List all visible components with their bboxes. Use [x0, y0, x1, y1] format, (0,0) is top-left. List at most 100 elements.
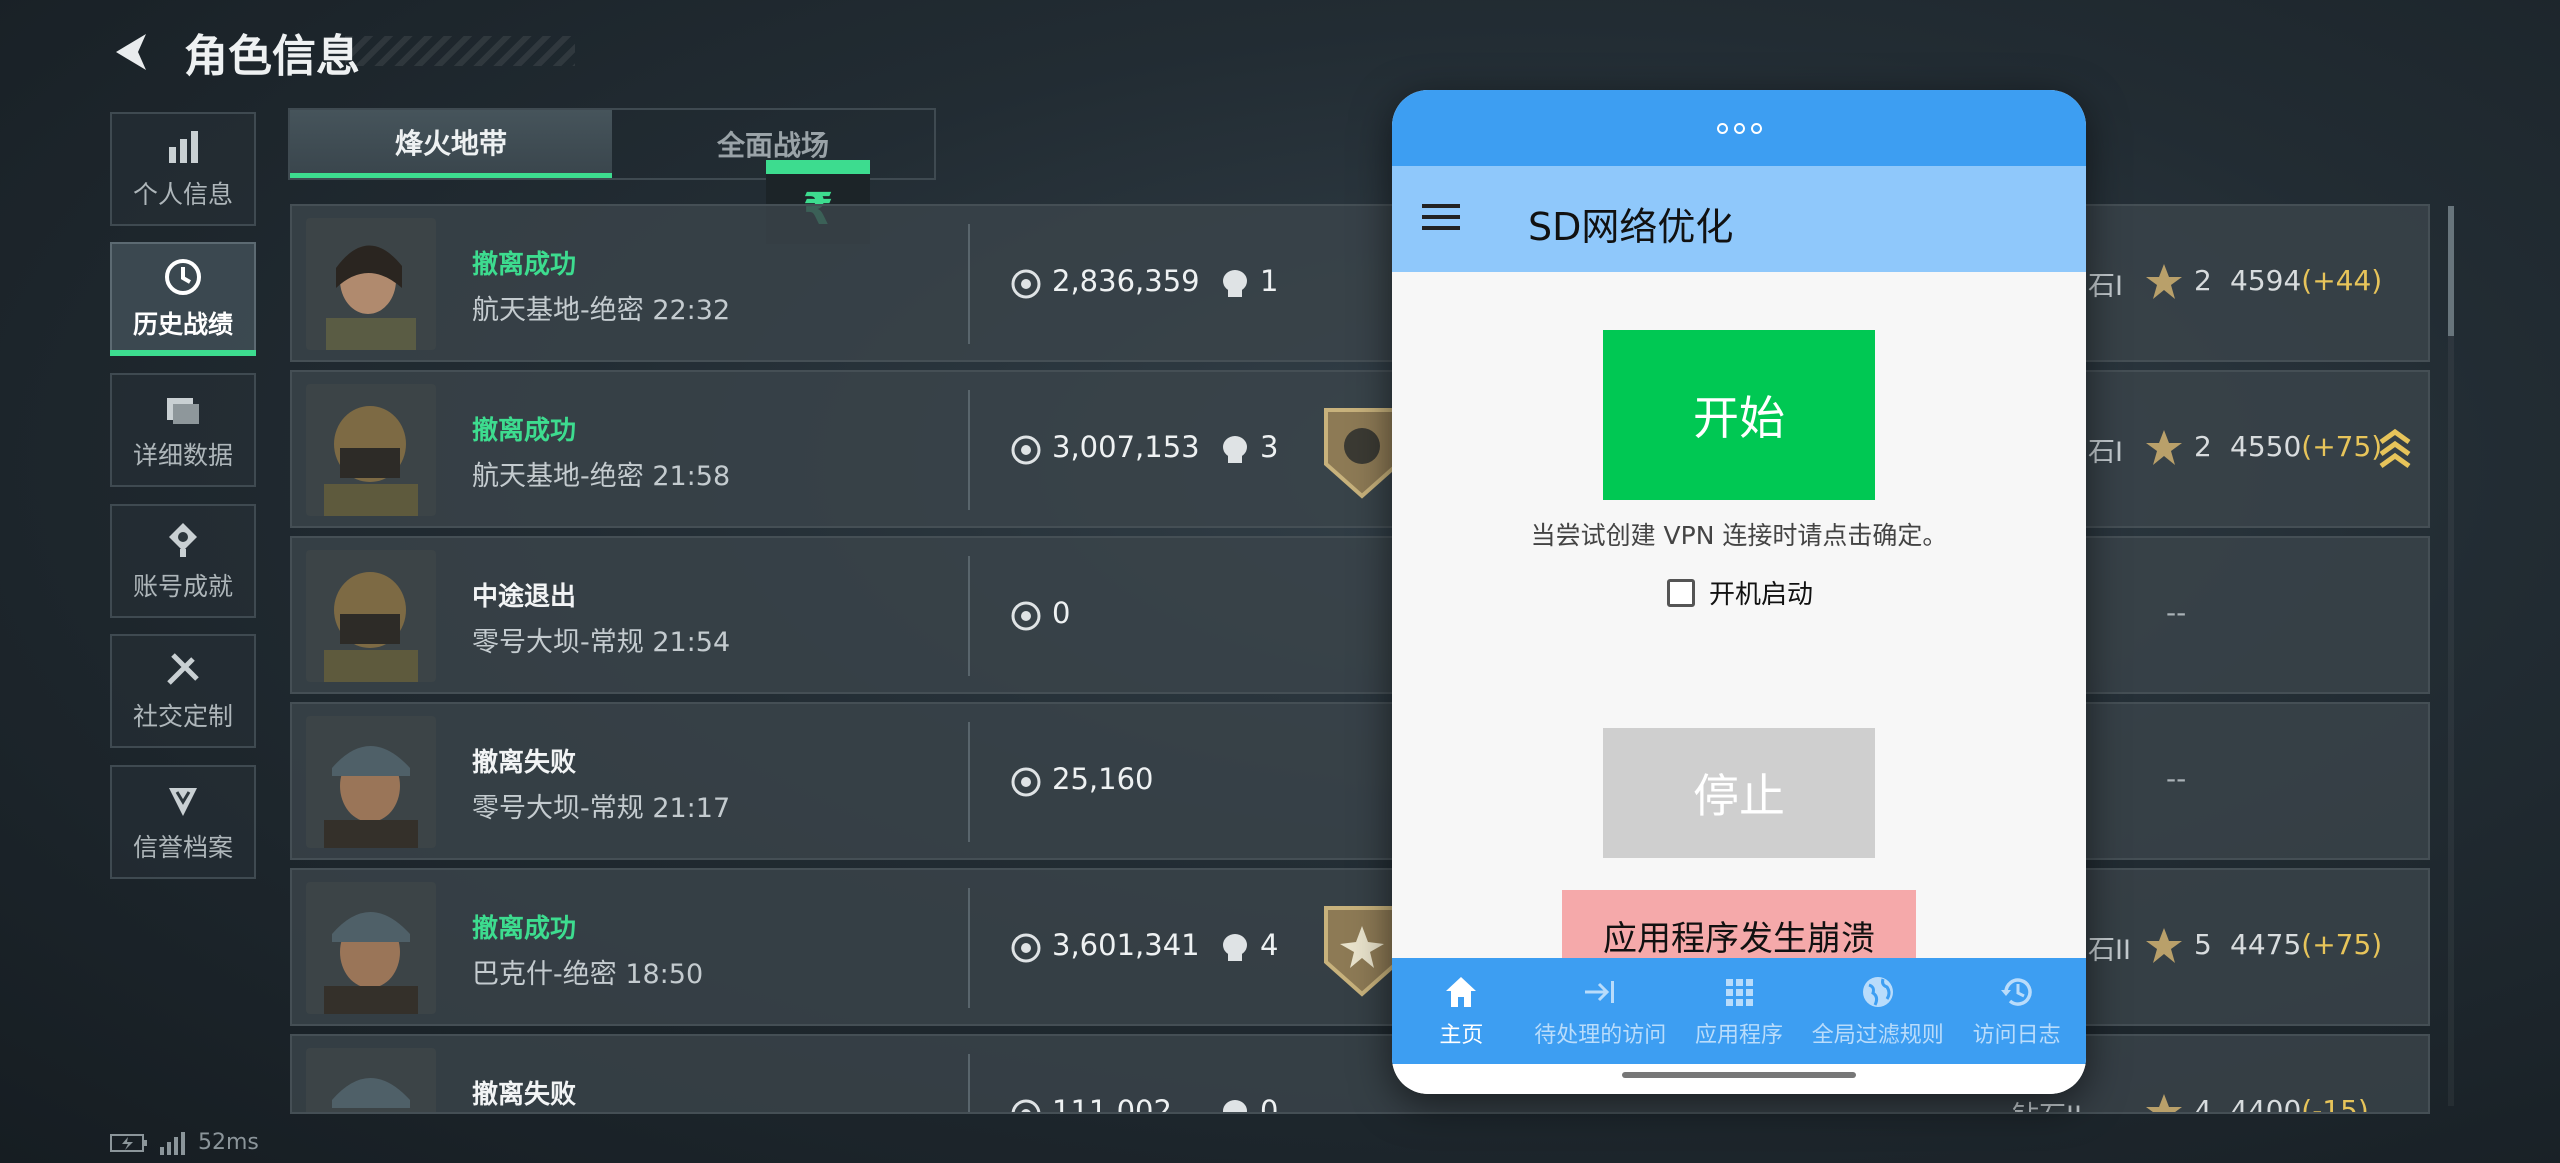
home-icon	[1446, 977, 1477, 1007]
nav-item-history[interactable]: 历史战绩	[110, 242, 256, 356]
divider	[968, 556, 970, 676]
rank-up-chevron-icon	[2379, 428, 2411, 469]
coin-value: 111,002	[1052, 1094, 1172, 1114]
rank-tier: 钻石II	[2012, 1094, 2082, 1112]
record-row[interactable]: 撤离失败 零号大坝-常规 21:17 25,160 0 --	[290, 702, 2430, 860]
rank-score: 4400(-15)	[2230, 1094, 2369, 1114]
nav-label: 历史战绩	[132, 310, 233, 339]
bottom-nav-label: 全局过滤规则	[1811, 1023, 1944, 1048]
bottom-nav-access-log[interactable]: 访问日志	[1947, 958, 2086, 1064]
coin-value: 0	[1052, 596, 1071, 630]
map-time: 巴克什-绝密 18:50	[472, 959, 704, 990]
result-status: 撤离成功	[472, 250, 577, 280]
result-status: 撤离成功	[472, 914, 577, 944]
window-handle[interactable]	[1392, 90, 2086, 166]
coin-value: 2,836,359	[1052, 264, 1200, 298]
title-decoration	[345, 36, 575, 66]
map-time: 航天基地-绝密 22:32	[472, 295, 731, 326]
coin-icon	[1011, 933, 1041, 963]
score-delta: (-15)	[2301, 1094, 2369, 1114]
history-icon	[2000, 978, 2032, 1006]
status-strip: 52ms	[110, 1130, 259, 1155]
bottom-nav-pending[interactable]: 待处理的访问	[1531, 958, 1670, 1064]
hamburger-menu-icon[interactable]	[1422, 202, 1460, 232]
bottom-navigation: 主页 待处理的访问 应用程序 全局过滤规则 访问日志	[1392, 958, 2086, 1064]
rank-tier: 石I	[2088, 437, 2123, 468]
record-row[interactable]: 撤离成功 巴克什-绝密 18:50 3,601,341 4 石II 5 4475…	[290, 868, 2430, 1026]
result-status: 中途退出	[472, 582, 577, 612]
coin-value: 25,160	[1052, 762, 1154, 796]
scroll-track[interactable]	[2448, 206, 2454, 1106]
nav-item-credit-record[interactable]: 信誉档案	[110, 765, 256, 879]
map-time: 零号大坝-常规 21:54	[472, 627, 731, 658]
record-row[interactable]: 撤离成功 航天基地-绝密 22:32 2,836,359 1 石I 2 4594…	[290, 204, 2430, 362]
tab-operations[interactable]: 烽火地带	[290, 110, 612, 178]
kill-count: 3	[1260, 430, 1279, 464]
star-icon	[2146, 1094, 2182, 1112]
coin-value: 3,601,341	[1052, 928, 1200, 962]
skull-icon	[1223, 270, 1247, 297]
battery-icon	[110, 1133, 147, 1152]
title-bar: 角色信息	[108, 22, 360, 82]
scrollbar-thumb[interactable]	[2448, 206, 2454, 336]
page-title: 角色信息	[184, 31, 360, 82]
coin-icon	[1011, 1099, 1041, 1112]
rank-tier: 石I	[2088, 271, 2123, 302]
rank-score: 4550(+75)	[2230, 430, 2383, 463]
record-row[interactable]: 中途退出 零号大坝-常规 21:54 0 0 --	[290, 536, 2430, 694]
result-status: 撤离失败	[472, 748, 577, 778]
medal-icon	[169, 523, 197, 557]
autostart-label: 开机启动	[1709, 580, 1814, 610]
coin-icon	[1011, 435, 1041, 465]
clock-icon	[165, 259, 201, 295]
result-status: 撤离成功	[472, 416, 577, 446]
nav-label: 详细数据	[132, 441, 233, 470]
map-time: 航天基地-绝密 21:58	[472, 461, 731, 492]
system-nav-area	[1392, 1064, 2086, 1094]
ping-value: 52ms	[198, 1130, 259, 1155]
divider	[968, 390, 970, 510]
back-arrow-icon[interactable]	[108, 28, 156, 76]
operator-portrait	[306, 882, 436, 1014]
nav-item-social-custom[interactable]: 社交定制	[110, 634, 256, 748]
nav-item-achievements[interactable]: 账号成就	[110, 504, 256, 618]
bottom-nav-label: 访问日志	[1972, 1023, 2061, 1048]
nav-label: 个人信息	[132, 180, 233, 209]
nav-item-detailed-data[interactable]: 详细数据	[110, 373, 256, 487]
wrench-icon	[167, 653, 199, 685]
bottom-nav-apps[interactable]: 应用程序	[1670, 958, 1809, 1064]
autostart-checkbox[interactable]	[1667, 578, 1695, 607]
more-dots-icon[interactable]	[1716, 122, 1762, 134]
skull-icon	[1223, 934, 1247, 961]
home-indicator[interactable]	[1622, 1072, 1856, 1078]
start-button[interactable]: 开始	[1603, 330, 1875, 500]
vpn-hint-text: 当尝试创建 VPN 连接时请点击确定。	[1530, 521, 1948, 550]
operator-portrait	[306, 218, 436, 350]
stop-button[interactable]: 停止	[1603, 728, 1875, 858]
nav-label: 账号成就	[132, 572, 233, 601]
skull-icon	[1223, 1100, 1247, 1112]
operator-portrait	[306, 384, 436, 516]
bottom-nav-label: 应用程序	[1694, 1023, 1783, 1048]
bottom-nav-global-rules[interactable]: 全局过滤规则	[1808, 958, 1947, 1064]
bottom-nav-home[interactable]: 主页	[1392, 958, 1531, 1064]
operator-portrait	[306, 716, 436, 848]
star-icon	[2146, 928, 2182, 963]
record-row[interactable]: 撤离成功 航天基地-绝密 21:58 3,007,153 3 石I 2 4550…	[290, 370, 2430, 528]
operator-portrait	[306, 1048, 436, 1112]
score-delta: (+44)	[2301, 264, 2383, 297]
signal-icon	[160, 1131, 185, 1155]
record-row[interactable]: 撤离失败 111,002 0 钻石II 4 4400(-15)	[290, 1034, 2430, 1114]
divider	[968, 224, 970, 344]
nav-label: 信誉档案	[132, 833, 233, 862]
divider	[968, 888, 970, 1008]
star-icon	[2146, 264, 2182, 299]
skull-icon	[1223, 436, 1247, 463]
autostart-option[interactable]: 开机启动	[1667, 574, 1813, 611]
rank-score: 4594(+44)	[2230, 264, 2383, 297]
coin-icon	[1011, 269, 1041, 299]
coin-value: 3,007,153	[1052, 430, 1200, 464]
score-delta: (+75)	[2301, 430, 2383, 463]
nav-item-personal-info[interactable]: 个人信息	[110, 112, 256, 226]
kill-count: 1	[1260, 264, 1279, 298]
